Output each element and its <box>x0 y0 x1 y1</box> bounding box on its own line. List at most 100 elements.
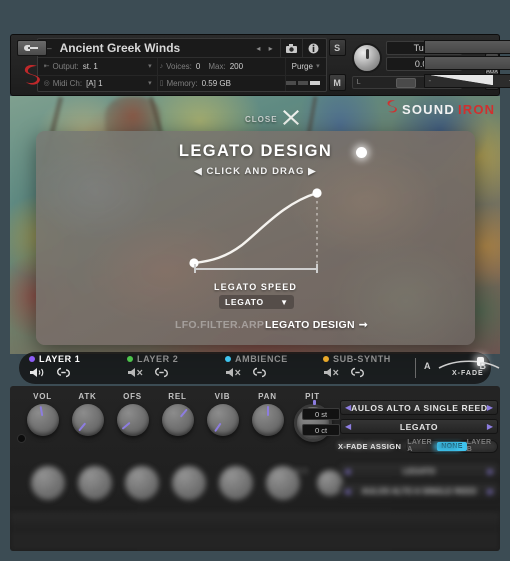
chain-link-icon[interactable] <box>153 365 170 383</box>
click-and-drag-hint: ◀ CLICK AND DRAG ▶ <box>194 166 317 177</box>
ruler-cap-right <box>316 264 318 273</box>
camera-icon[interactable] <box>279 39 302 58</box>
close-label: CLOSE <box>245 114 278 124</box>
midi-chevron-down-icon[interactable]: ▾ <box>148 79 157 87</box>
speaker-on-icon[interactable] <box>30 365 46 383</box>
knob-cell-atk: ATK <box>65 392 110 442</box>
speaker-muted-icon[interactable] <box>128 365 144 383</box>
soundiron-s-mark-icon <box>385 99 399 119</box>
level-meter-right <box>424 56 510 70</box>
layer-1-color-dot <box>29 355 35 362</box>
blurred-knob <box>24 466 71 500</box>
layer-item-ambience[interactable]: AMBIENCE <box>215 352 313 384</box>
pan-left-label: L <box>356 79 361 86</box>
xfade-a-label: A <box>424 361 431 371</box>
knob-row: VOL ATK OFS REL VIB PAN PIT <box>20 392 335 442</box>
xfade-slider[interactable]: A X-FADE B <box>424 352 500 384</box>
blurred-xfade-assign-row: X-FADE ASSIGN LAYER A NONE LAYER B <box>338 440 498 452</box>
memory-value: 0.59 GB <box>201 78 231 88</box>
max-label: Max: <box>208 61 226 71</box>
mute-button[interactable]: M <box>328 74 346 91</box>
sub-synth-controls <box>323 365 411 383</box>
blurred-knob <box>212 466 259 500</box>
layer-item-2[interactable]: LAYER 2 <box>117 352 215 384</box>
memory-bars <box>285 76 326 91</box>
preset-nav-arrows[interactable]: ◂ ▸ <box>256 44 279 53</box>
atk-knob[interactable] <box>71 404 104 436</box>
knob-cell-vib: VIB <box>200 392 245 442</box>
ambience-color-dot <box>225 355 231 362</box>
rel-knob[interactable] <box>161 404 194 436</box>
lower-control-panel: VOL ATK OFS REL VIB PAN PIT 0 st 0 ct ◀ … <box>10 386 500 551</box>
blurred-assign-none: NONE <box>434 442 461 450</box>
pitch-cent-field[interactable]: 0 ct <box>302 424 340 436</box>
vib-knob[interactable] <box>206 404 239 436</box>
tab-legato-design[interactable]: LEGATO DESIGN ➞ <box>265 319 368 331</box>
layer-item-1[interactable]: LAYER 1 <box>19 352 117 384</box>
layers-bar: LAYER 1 LAYER 2 AMBIENCE SUB-SYNTH A X-F… <box>19 352 500 384</box>
articulation-selector[interactable]: ◀ LEGATO ▶ <box>340 419 498 434</box>
solo-button[interactable]: S <box>328 39 346 56</box>
layers-divider <box>415 358 416 378</box>
pan-handle[interactable] <box>396 77 417 88</box>
midi-channel-field[interactable]: ◎ Midi Ch: [A] 1 ▾ <box>42 75 158 91</box>
blurred-selector-2-value: AULOS ALTO A SINGLE REED <box>361 486 477 496</box>
speaker-muted-icon[interactable] <box>226 365 242 383</box>
voices-field: ♪ Voices: 0 Max: 200 <box>158 58 286 75</box>
chain-link-icon[interactable] <box>55 365 72 383</box>
chain-link-icon[interactable] <box>251 365 268 383</box>
pitch-semitone-field[interactable]: 0 st <box>302 408 340 420</box>
atk-label: ATK <box>78 392 97 401</box>
articulation-next-arrow-icon[interactable]: ▶ <box>487 422 493 431</box>
status-dot[interactable] <box>356 147 367 158</box>
blurred-knob <box>118 466 165 500</box>
legato-speed-value: LEGATO <box>225 297 264 307</box>
legato-curve-svg[interactable] <box>36 179 475 274</box>
legato-speed-dropdown[interactable]: LEGATO ▼ <box>219 295 294 309</box>
pitch-value-boxes: 0 st 0 ct <box>302 408 340 440</box>
output-value: st. 1 <box>82 61 98 71</box>
info-icon[interactable] <box>301 39 324 58</box>
output-chevron-down-icon[interactable]: ▾ <box>148 62 157 70</box>
purge-chevron-down-icon[interactable]: ▾ <box>316 62 326 70</box>
ofs-knob[interactable] <box>116 404 149 436</box>
legato-curve-editor[interactable] <box>36 179 475 274</box>
memory-icon: ▯ <box>159 80 164 88</box>
wrench-icon[interactable] <box>17 40 47 56</box>
layer-1-controls <box>29 365 117 383</box>
tab-lfo-filter-arp[interactable]: LFO.FILTER.ARP <box>175 319 264 331</box>
preset-name: AULOS ALTO A SINGLE REED <box>351 402 487 413</box>
layer-item-sub-synth[interactable]: SUB-SYNTH <box>313 352 411 384</box>
close-x-icon[interactable] <box>281 107 301 132</box>
chevron-down-icon[interactable]: ▼ <box>280 298 288 307</box>
xfade-label: X-FADE <box>452 370 484 377</box>
close-modal-button[interactable]: CLOSE <box>245 108 301 130</box>
preset-next-arrow-icon[interactable]: ▶ <box>487 403 493 412</box>
preset-selector[interactable]: ◀ AULOS ALTO A SINGLE REED ▶ <box>340 400 498 415</box>
tune-knob[interactable] <box>351 43 382 73</box>
memory-label: Memory: <box>166 78 198 88</box>
speaker-muted-icon[interactable] <box>324 365 340 383</box>
rel-label: REL <box>168 392 187 401</box>
knob-cell-rel: REL <box>155 392 200 442</box>
layer-2-header: LAYER 2 <box>127 354 215 364</box>
purge-field[interactable]: Purge ▾ <box>286 58 326 74</box>
blurred-selector-2: ◀ AULOS ALTO A SINGLE REED ▶ <box>340 484 498 498</box>
ambience-controls <box>225 365 313 383</box>
blurred-strip-upper <box>10 512 500 532</box>
soundiron-logo: SOUND IRON <box>385 99 495 119</box>
volume-slider[interactable]: - + <box>424 74 510 88</box>
vol-knob[interactable] <box>26 404 59 436</box>
layer-2-controls <box>127 365 215 383</box>
instrument-name: Ancient Greek Winds <box>59 41 181 56</box>
blurred-strip-lower <box>10 532 500 551</box>
output-field[interactable]: ⇤ Output: st. 1 ▾ <box>42 58 158 75</box>
blurred-next-arrow-icon: ▶ <box>487 466 494 476</box>
blurred-lower-region: X-FADE ASSIGN LAYER A NONE LAYER B 0 ct … <box>10 442 500 551</box>
knob-cell-vol: VOL <box>20 392 65 442</box>
chain-link-icon[interactable] <box>349 365 366 383</box>
modal-tabs: LFO.FILTER.ARP LEGATO DESIGN ➞ <box>36 319 475 335</box>
blurred-selector-1-value: LEGATO <box>402 466 436 476</box>
pan-knob[interactable] <box>251 404 284 436</box>
volume-wedge <box>431 75 494 85</box>
